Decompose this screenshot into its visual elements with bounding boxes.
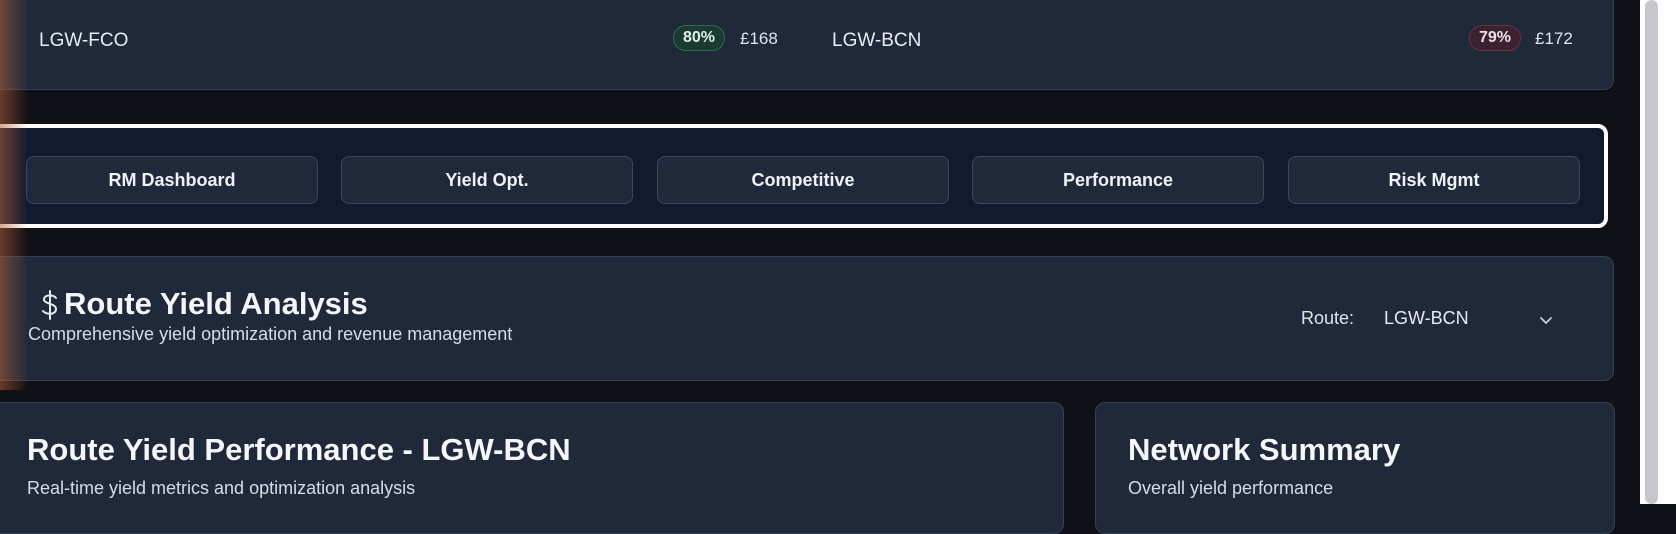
nav-tab-bar: RM Dashboard Yield Opt. Competitive Perf…: [0, 124, 1608, 228]
network-summary-card: [1095, 402, 1615, 534]
route-price: £172: [1535, 29, 1573, 48]
tab-performance[interactable]: Performance: [972, 156, 1264, 204]
dollar-icon: [42, 290, 58, 320]
route-code[interactable]: LGW-BCN: [832, 30, 921, 52]
tab-yield-opt[interactable]: Yield Opt.: [341, 156, 633, 204]
route-select-value: LGW-BCN: [1384, 308, 1469, 328]
yield-performance-card: [0, 402, 1064, 534]
route-preview-panel: LGW-FCO 80% £168 LGW-BCN 79% £172: [0, 0, 1614, 90]
route-select-label: Route:: [1301, 308, 1355, 328]
page-title: Route Yield Analysis: [64, 286, 368, 321]
load-factor-badge: 80%: [673, 25, 726, 51]
performance-card-title: Route Yield Performance - LGW-BCN: [27, 432, 571, 467]
summary-card-subtitle: Overall yield performance: [1128, 478, 1334, 498]
page-subtitle: Comprehensive yield optimization and rev…: [28, 324, 513, 344]
tab-risk-mgmt[interactable]: Risk Mgmt: [1288, 156, 1580, 204]
load-factor-badge: 79%: [1469, 25, 1522, 51]
performance-card-subtitle: Real-time yield metrics and optimization…: [27, 478, 416, 498]
route-code[interactable]: LGW-FCO: [39, 30, 128, 52]
chevron-down-icon: [1540, 317, 1552, 324]
tab-competitive[interactable]: Competitive: [657, 156, 949, 204]
route-select[interactable]: LGW-BCN: [1384, 306, 1560, 334]
tab-rm-dashboard[interactable]: RM Dashboard: [26, 156, 318, 204]
scrollbar-thumb[interactable]: [1645, 0, 1658, 504]
summary-card-title: Network Summary: [1128, 432, 1401, 467]
route-price: £168: [740, 29, 778, 48]
